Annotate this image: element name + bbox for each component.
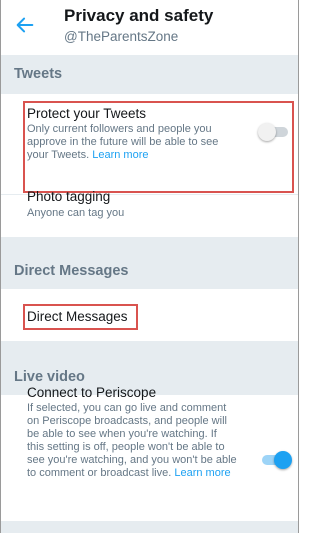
section-header-next	[0, 521, 299, 533]
periscope-desc-line1: If selected, you can go live and comment	[27, 402, 227, 414]
protect-tweets-desc-line2: approve in the future will be able to se…	[27, 136, 219, 148]
protect-tweets-desc-line3: your Tweets. Learn more	[27, 149, 148, 162]
protect-tweets-desc-text: your Tweets.	[27, 149, 93, 161]
toggle-knob	[274, 451, 292, 469]
protect-tweets-title: Protect your Tweets	[27, 106, 147, 121]
periscope-desc-text: to comment or broadcast live.	[27, 467, 175, 479]
section-title-live-video: Live video	[14, 369, 85, 385]
periscope-desc-line2: on Periscope broadcasts, and people will	[27, 415, 227, 427]
section-header-tweets: Tweets	[0, 56, 299, 94]
protect-tweets-desc-line1: Only current followers and people you	[27, 123, 212, 135]
section-title-direct-messages: Direct Messages	[14, 263, 129, 279]
photo-tagging-desc: Anyone can tag you	[27, 207, 125, 219]
periscope-desc-line6: to comment or broadcast live. Learn more	[27, 467, 231, 480]
section-header-direct-messages: Direct Messages	[0, 237, 299, 289]
back-arrow-icon[interactable]	[14, 14, 42, 42]
periscope-desc-line3: be able to see when you're watching. If	[27, 428, 217, 440]
privacy-settings-screen: Privacy and safety @TheParentsZone Tweet…	[0, 0, 299, 533]
top-bar: Privacy and safety @TheParentsZone	[0, 0, 299, 56]
direct-messages-item-label: Direct Messages	[27, 309, 128, 324]
photo-tagging-title: Photo tagging	[27, 189, 111, 204]
protect-tweets-toggle[interactable]	[258, 123, 290, 141]
page-title: Privacy and safety	[64, 6, 214, 25]
periscope-desc-line5: see you're watching, and you won't be ab…	[27, 454, 237, 466]
periscope-desc-line4: this setting is off, people won't be abl…	[27, 441, 225, 453]
protect-tweets-learn-more-link[interactable]: Learn more	[92, 149, 148, 161]
section-title-tweets: Tweets	[14, 66, 63, 82]
back-arrow-glyph	[16, 17, 34, 33]
connect-periscope-title: Connect to Periscope	[27, 385, 157, 400]
connect-periscope-row[interactable]: Connect to Periscope If selected, you ca…	[0, 385, 299, 523]
photo-tagging-row[interactable]: Photo tagging Anyone can tag you	[0, 189, 299, 237]
periscope-learn-more-link[interactable]: Learn more	[174, 467, 230, 479]
toggle-knob	[258, 123, 276, 141]
protect-tweets-row[interactable]: Protect your Tweets Only current followe…	[0, 94, 299, 204]
direct-messages-row[interactable]: Direct Messages	[0, 289, 299, 341]
connect-periscope-toggle[interactable]	[262, 451, 292, 469]
account-handle: @TheParentsZone	[64, 29, 179, 44]
